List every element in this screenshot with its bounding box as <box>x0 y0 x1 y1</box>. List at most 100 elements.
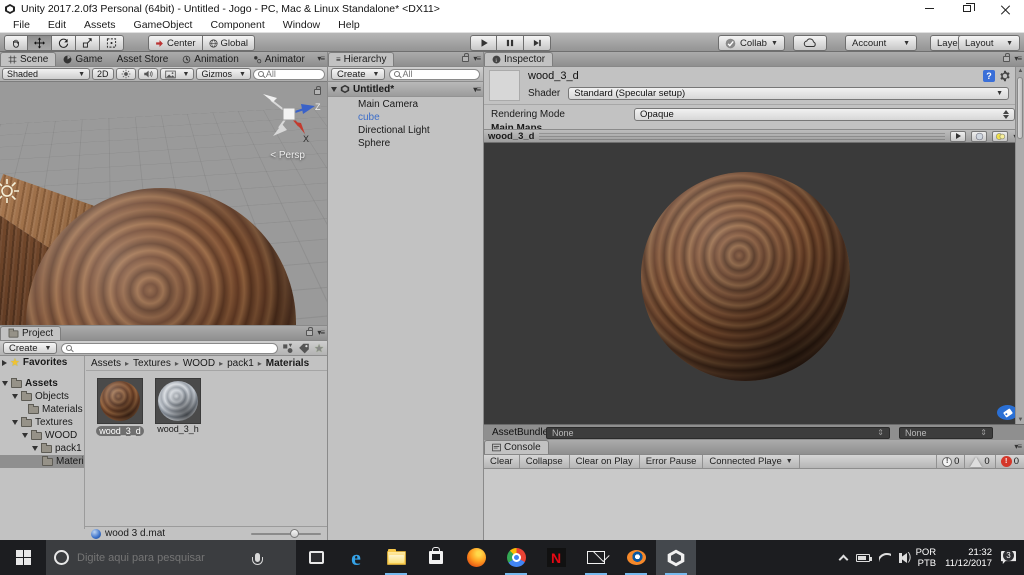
directional-light-gizmo-icon[interactable] <box>0 178 20 204</box>
menu-edit[interactable]: Edit <box>39 19 75 31</box>
rendering-mode-dropdown[interactable]: Opaque <box>634 108 1015 121</box>
save-search-icon[interactable]: ★ <box>314 342 324 355</box>
console-connected-player-dropdown[interactable]: Connected Playe ▼ <box>703 455 800 468</box>
taskbar-chrome[interactable] <box>496 540 536 575</box>
material-preview[interactable] <box>484 143 1024 424</box>
menu-file[interactable]: File <box>4 19 39 31</box>
move-tool-icon[interactable] <box>28 35 52 51</box>
tray-expand-icon[interactable] <box>838 554 849 564</box>
2d-toggle-button[interactable]: 2D <box>92 68 114 80</box>
pause-button[interactable] <box>497 35 524 51</box>
slider-knob[interactable] <box>289 528 299 538</box>
project-search-input[interactable] <box>74 343 274 353</box>
help-icon[interactable]: ? <box>983 70 995 82</box>
console-info-count[interactable]: ! 0 <box>937 455 966 468</box>
scene-row-menu-icon[interactable]: ▾≡ <box>473 85 481 94</box>
preview-shape-button[interactable] <box>971 130 988 142</box>
tab-scene[interactable]: Scene <box>0 52 57 66</box>
search-by-label-icon[interactable] <box>298 343 310 354</box>
menu-window[interactable]: Window <box>274 19 329 31</box>
draw-mode-dropdown[interactable]: Shaded ▼ <box>2 68 90 80</box>
menu-assets[interactable]: Assets <box>75 19 125 31</box>
project-create-button[interactable]: Create ▼ <box>3 342 58 354</box>
lock-icon[interactable] <box>462 52 470 62</box>
tree-item-materials-selected[interactable]: Materials <box>0 455 84 468</box>
taskbar-search[interactable] <box>46 540 296 575</box>
console-error-pause-button[interactable]: Error Pause <box>640 455 704 468</box>
wifi-icon[interactable] <box>878 553 891 562</box>
tab-game[interactable]: Game <box>56 52 109 66</box>
hierarchy-search-input[interactable] <box>402 69 475 79</box>
console-warning-count[interactable]: 0 <box>965 455 996 468</box>
clock[interactable]: 21:32 11/12/2017 <box>945 547 992 569</box>
scene-lighting-toggle[interactable] <box>115 68 136 80</box>
tree-item-objects-materials[interactable]: Materials <box>0 403 84 416</box>
tree-item-pack1[interactable]: pack1 <box>0 442 84 455</box>
layout-dropdown[interactable]: Layout ▼ <box>958 35 1020 51</box>
taskbar-blender[interactable] <box>616 540 656 575</box>
tab-hierarchy[interactable]: ≡ Hierarchy <box>328 52 395 66</box>
tab-project[interactable]: Project <box>0 326 62 340</box>
gizmos-dropdown[interactable]: Gizmos ▼ <box>196 68 251 80</box>
preview-header[interactable]: wood_3_d ▾≡ <box>484 129 1024 143</box>
taskbar-file-explorer[interactable] <box>376 540 416 575</box>
breadcrumb-materials[interactable]: Materials <box>266 358 309 369</box>
tree-item-textures[interactable]: Textures <box>0 416 84 429</box>
taskbar-edge[interactable]: e <box>336 540 376 575</box>
hierarchy-item-sphere[interactable]: Sphere <box>328 137 483 150</box>
scroll-down-icon[interactable]: ▼ <box>1017 417 1024 423</box>
hierarchy-item-directional-light[interactable]: Directional Light <box>328 124 483 137</box>
tab-animator[interactable]: Animator <box>246 52 312 66</box>
scene-search[interactable] <box>252 68 325 80</box>
project-search[interactable] <box>61 342 279 354</box>
hierarchy-item-main-camera[interactable]: Main Camera <box>328 98 483 111</box>
account-dropdown[interactable]: Account ▼ <box>845 35 917 51</box>
asset-wood-3-d[interactable]: wood_3_d <box>94 378 146 437</box>
assetbundle-dropdown[interactable]: None ⇕ <box>546 426 890 439</box>
taskbar-netflix[interactable]: N <box>536 540 576 575</box>
lock-icon[interactable] <box>1003 52 1011 62</box>
restore-button[interactable] <box>948 0 986 17</box>
hierarchy-search[interactable] <box>389 68 480 80</box>
pivot-toggle-button[interactable]: Center <box>148 35 203 51</box>
scroll-up-icon[interactable]: ▲ <box>1017 68 1024 74</box>
tab-console[interactable]: Console <box>484 440 549 454</box>
console-clear-on-play-button[interactable]: Clear on Play <box>570 455 640 468</box>
favorites-header[interactable]: ★ Favorites <box>0 356 84 369</box>
hand-tool-icon[interactable] <box>4 35 28 51</box>
collab-button[interactable]: Collab ▼ <box>718 35 785 51</box>
thumbnail-size-slider[interactable] <box>251 528 321 538</box>
hierarchy-create-button[interactable]: Create ▼ <box>331 68 386 80</box>
search-by-type-icon[interactable] <box>282 343 294 354</box>
tree-item-assets[interactable]: Assets <box>0 377 84 390</box>
scene-fx-dropdown[interactable]: ▼ <box>159 68 195 80</box>
rotate-tool-icon[interactable] <box>52 35 76 51</box>
breadcrumb-wood[interactable]: WOOD <box>183 358 215 369</box>
taskbar-store[interactable] <box>416 540 456 575</box>
preview-play-button[interactable] <box>950 130 967 142</box>
tab-animation[interactable]: Animation <box>175 52 245 66</box>
task-view-button[interactable] <box>296 540 336 575</box>
menu-component[interactable]: Component <box>201 19 273 31</box>
menu-help[interactable]: Help <box>329 19 369 31</box>
battery-icon[interactable] <box>855 553 872 562</box>
scene-panel-menu-icon[interactable]: ▾≡ <box>317 54 325 63</box>
console-collapse-button[interactable]: Collapse <box>520 455 570 468</box>
project-panel-menu-icon[interactable]: ▾≡ <box>317 328 325 337</box>
rect-tool-icon[interactable] <box>100 35 124 51</box>
inspector-panel-menu-icon[interactable]: ▾≡ <box>1014 54 1022 63</box>
shader-dropdown[interactable]: Standard (Specular setup) ▼ <box>568 87 1009 100</box>
tab-asset-store[interactable]: Asset Store <box>110 52 176 66</box>
tab-inspector[interactable]: i Inspector <box>484 52 554 66</box>
tree-item-objects[interactable]: Objects <box>0 390 84 403</box>
scale-tool-icon[interactable] <box>76 35 100 51</box>
play-button[interactable] <box>470 35 497 51</box>
console-log-area[interactable] <box>484 469 1024 540</box>
breadcrumb-assets[interactable]: Assets <box>91 358 121 369</box>
scrollbar-thumb[interactable] <box>1017 77 1023 139</box>
scene-orientation-gizmo[interactable]: Z X <box>257 88 321 146</box>
hierarchy-item-cube[interactable]: cube <box>328 111 483 124</box>
preview-drag-handle[interactable] <box>539 132 946 140</box>
lock-icon[interactable] <box>306 326 314 336</box>
persp-label[interactable]: < Persp <box>270 150 305 161</box>
